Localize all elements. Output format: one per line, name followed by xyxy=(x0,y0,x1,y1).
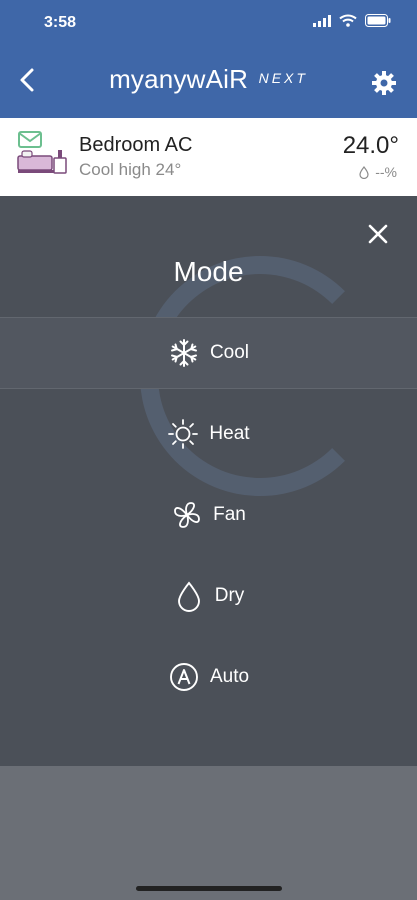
device-temperature: 24.0° xyxy=(342,132,399,159)
mode-option-fan[interactable]: Fan xyxy=(0,479,417,551)
battery-icon xyxy=(365,14,391,27)
fan-icon xyxy=(174,502,201,528)
status-time: 3:58 xyxy=(44,14,77,31)
gear-icon[interactable] xyxy=(371,70,397,96)
mode-option-dry[interactable]: Dry xyxy=(0,560,417,632)
app-logo: myanywAiR NEXT xyxy=(0,64,417,95)
device-name: Bedroom AC xyxy=(79,134,193,156)
humidity-droplet-icon xyxy=(359,165,369,179)
mode-label-cool: Cool xyxy=(209,342,250,363)
mode-option-cool[interactable]: Cool xyxy=(0,317,417,389)
device-status: Cool high 24° xyxy=(79,160,182,179)
device-humidity-value: --% xyxy=(375,164,397,180)
mode-option-auto[interactable]: Auto xyxy=(0,641,417,713)
mode-label-heat: Heat xyxy=(209,423,250,444)
bedroom-icon xyxy=(17,131,67,174)
mode-label-fan: Fan xyxy=(213,504,246,525)
device-card[interactable]: Bedroom AC Cool high 24° 24.0° --% xyxy=(0,118,417,196)
app-header: 3:58 myanywAiR NEXT xyxy=(0,0,417,118)
modal-title: Mode xyxy=(173,256,244,287)
snowflake-icon xyxy=(170,339,197,367)
mode-label-dry: Dry xyxy=(214,585,245,606)
device-humidity: --% xyxy=(359,164,397,180)
close-icon[interactable] xyxy=(364,220,392,248)
mode-label-auto: Auto xyxy=(209,666,250,687)
logo-suffix: NEXT xyxy=(258,70,308,86)
droplet-icon xyxy=(177,581,200,612)
sun-icon xyxy=(168,419,199,449)
wifi-icon xyxy=(339,14,357,27)
signal-icon xyxy=(313,14,331,27)
home-indicator[interactable] xyxy=(136,886,282,891)
status-icons xyxy=(313,14,391,27)
logo-brand: myanywAiR xyxy=(109,64,249,94)
auto-icon xyxy=(170,663,198,691)
mode-option-heat[interactable]: Heat xyxy=(0,398,417,470)
